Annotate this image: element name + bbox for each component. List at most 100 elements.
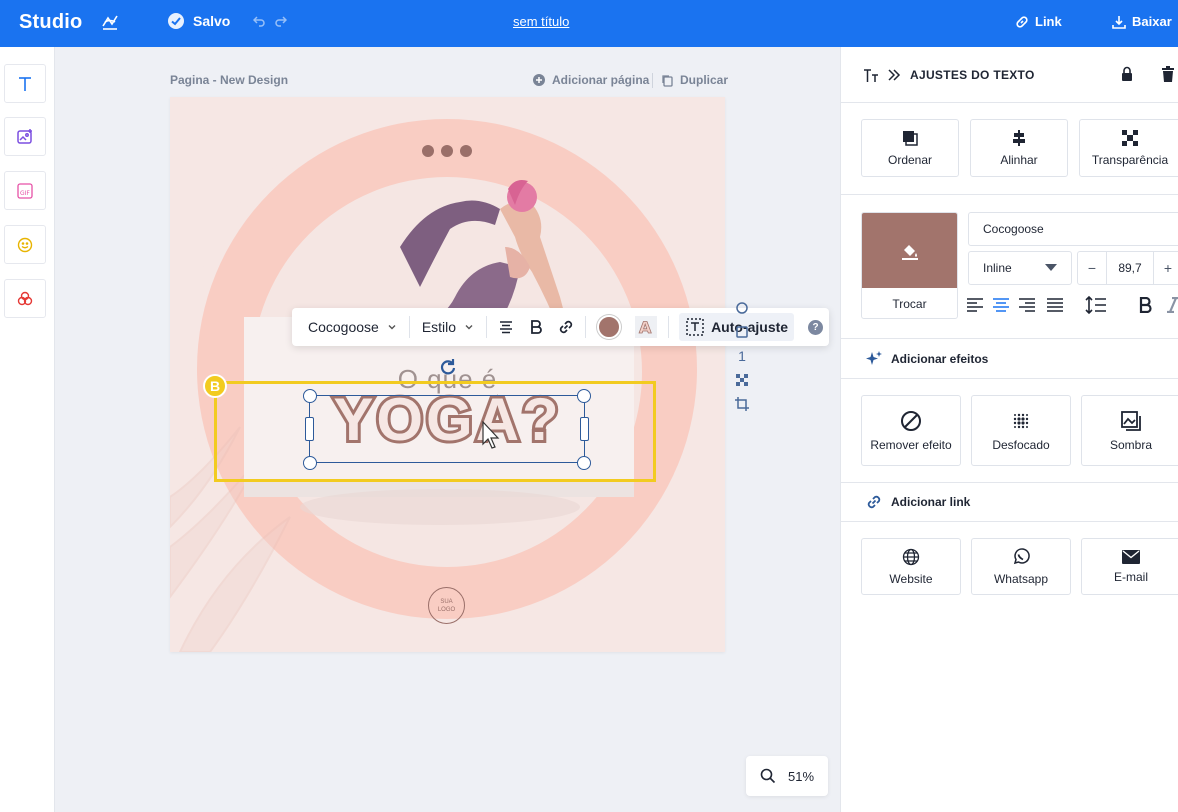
font-size-plus[interactable]: + xyxy=(1154,260,1178,276)
gif-tool-button[interactable]: GIF xyxy=(4,171,46,210)
link-button[interactable]: Link xyxy=(1015,14,1062,29)
blur-button[interactable]: Desfocado xyxy=(971,395,1071,466)
mouse-cursor-icon xyxy=(482,420,500,449)
toolbar-separator xyxy=(585,316,587,338)
page-side-tools: 1 xyxy=(734,300,750,412)
document-title[interactable]: sem título xyxy=(513,14,569,29)
zoom-control[interactable]: 51% xyxy=(746,756,828,796)
no-effect-icon xyxy=(901,410,921,431)
align-label: Alinhar xyxy=(1000,153,1038,167)
resize-handle-left[interactable] xyxy=(305,417,314,441)
undo-redo xyxy=(253,15,287,27)
paint-bucket-icon xyxy=(901,244,918,260)
font-name-field[interactable]: Cocogoose xyxy=(968,212,1178,246)
align-justify-icon[interactable] xyxy=(1046,297,1064,313)
settings-icon[interactable] xyxy=(734,300,750,316)
shapes-tool-button[interactable] xyxy=(4,279,46,318)
font-size-stepper[interactable]: − 89,7 + xyxy=(1077,251,1178,285)
add-effects-row[interactable]: Adicionar efeitos xyxy=(841,339,1178,379)
selection-badge[interactable]: B xyxy=(203,374,227,398)
add-page-button[interactable]: Adicionar página xyxy=(532,73,649,87)
shapes-icon xyxy=(17,291,33,305)
text-effect-button[interactable]: A xyxy=(628,316,664,338)
italic-icon[interactable] xyxy=(1167,297,1178,313)
website-label: Website xyxy=(889,571,933,586)
duplicate-button[interactable]: Duplicar xyxy=(661,73,728,87)
remove-effect-label: Remover efeito xyxy=(870,437,952,452)
bold-icon[interactable] xyxy=(1139,297,1153,313)
side-page-number: 1 xyxy=(738,348,746,364)
saved-status: Salvo xyxy=(167,12,230,30)
add-circle-icon xyxy=(533,74,545,86)
top-bar: Studio Salvo sem título Link Baixar xyxy=(0,0,1178,47)
toolbar-separator xyxy=(486,316,488,338)
link-text-button[interactable] xyxy=(551,318,581,336)
brand-logo[interactable]: Studio xyxy=(19,11,82,34)
text-tool-button[interactable] xyxy=(4,64,46,103)
text-color-button[interactable] xyxy=(590,315,628,339)
font-size-value[interactable]: 89,7 xyxy=(1106,252,1154,284)
bold-button[interactable] xyxy=(521,319,551,335)
text-color-swatch[interactable]: Trocar xyxy=(861,212,958,319)
font-size-minus[interactable]: − xyxy=(1078,260,1106,276)
link-label: Link xyxy=(1035,14,1062,29)
style-select[interactable]: Estilo xyxy=(414,319,482,335)
section-divider xyxy=(841,194,1178,195)
font-select[interactable]: Cocogoose xyxy=(292,319,405,335)
link-icon xyxy=(559,320,573,334)
link-icon xyxy=(867,495,881,509)
email-button[interactable]: E-mail xyxy=(1081,538,1178,595)
font-select-label: Cocogoose xyxy=(308,319,379,335)
remove-effect-button[interactable]: Remover efeito xyxy=(861,395,961,466)
whatsapp-button[interactable]: Whatsapp xyxy=(971,538,1071,595)
rotate-icon[interactable] xyxy=(438,356,458,376)
swatch-color xyxy=(862,213,957,288)
layers-icon[interactable] xyxy=(734,324,750,340)
swap-label: Trocar xyxy=(892,297,927,311)
toolbar-separator xyxy=(668,316,670,338)
panel-header: AJUSTES DO TEXTO xyxy=(841,47,1178,103)
text-size-icon xyxy=(864,69,878,82)
align-panel-button[interactable]: Alinhar xyxy=(970,119,1068,177)
line-height-icon[interactable] xyxy=(1085,295,1107,315)
crop-icon[interactable] xyxy=(734,396,750,412)
resize-handle-bl[interactable] xyxy=(303,456,317,470)
download-button[interactable]: Baixar xyxy=(1112,14,1172,29)
add-link-row[interactable]: Adicionar link xyxy=(841,482,1178,522)
arrange-button[interactable]: Ordenar xyxy=(861,119,959,177)
resize-handle-tr[interactable] xyxy=(577,389,591,403)
duplicate-icon xyxy=(662,74,673,87)
shadow-button[interactable]: Sombra xyxy=(1081,395,1178,466)
align-button[interactable] xyxy=(491,319,521,335)
website-button[interactable]: Website xyxy=(861,538,961,595)
zoom-value: 51% xyxy=(787,768,815,784)
align-right-icon[interactable] xyxy=(1018,297,1036,313)
redo-icon[interactable] xyxy=(275,15,287,27)
transparency-button[interactable]: Transparência xyxy=(1079,119,1178,177)
help-icon[interactable]: ? xyxy=(808,319,824,335)
undo-icon[interactable] xyxy=(253,15,265,27)
brand-wave-icon xyxy=(102,15,118,30)
arrange-label: Ordenar xyxy=(887,153,933,167)
align-center-icon[interactable] xyxy=(992,297,1010,313)
image-tool-button[interactable] xyxy=(4,117,46,156)
svg-text:A: A xyxy=(639,318,652,337)
text-selection-box[interactable] xyxy=(309,395,585,463)
sparkle-icon xyxy=(866,351,882,365)
resize-handle-br[interactable] xyxy=(577,456,591,470)
display-mode-select[interactable]: Inline xyxy=(968,251,1072,285)
resize-handle-tl[interactable] xyxy=(303,389,317,403)
align-left-icon[interactable] xyxy=(966,297,984,313)
left-toolbar: GIF xyxy=(0,47,55,812)
text-icon xyxy=(19,76,31,91)
double-chevron-right-icon xyxy=(888,69,901,81)
emoji-tool-button[interactable] xyxy=(4,225,46,264)
whatsapp-label: Whatsapp xyxy=(993,571,1049,586)
lock-icon[interactable] xyxy=(1120,66,1134,82)
resize-handle-right[interactable] xyxy=(580,417,589,441)
transparency-icon[interactable] xyxy=(734,372,750,388)
image-plus-icon xyxy=(17,128,32,144)
download-label: Baixar xyxy=(1132,14,1172,29)
globe-icon xyxy=(902,548,920,565)
trash-icon[interactable] xyxy=(1161,66,1175,82)
